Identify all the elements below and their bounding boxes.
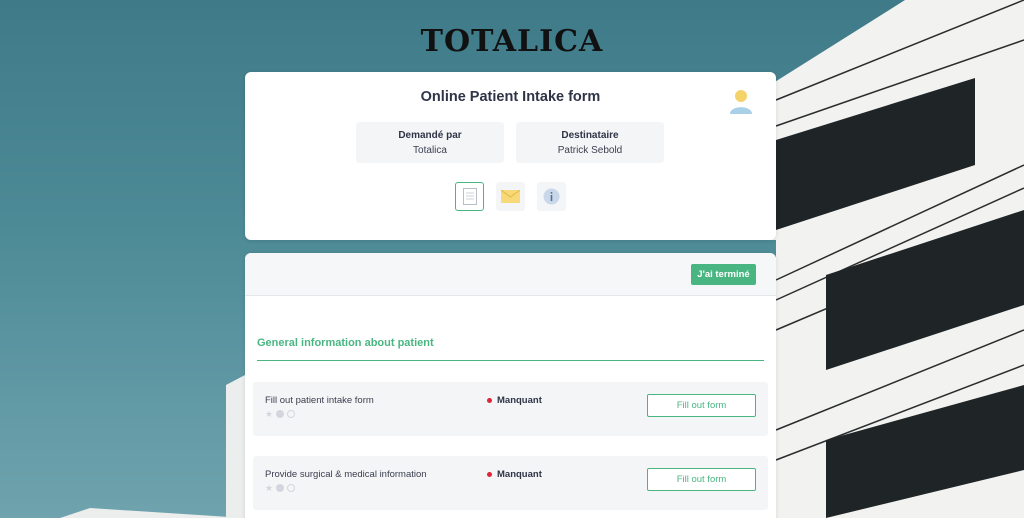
requested-by-label: Demandé par [398,130,462,141]
status-dot-icon [487,472,492,477]
tab-documents[interactable] [455,182,484,211]
fill-out-form-button[interactable]: Fill out form [647,394,756,417]
dot-icon [276,410,285,418]
page-title: Online Patient Intake form [420,89,601,105]
task-meta-icons: ★ [265,483,296,493]
task-row: Fill out patient intake form ★ Manquant … [253,382,768,436]
request-header-card: Online Patient Intake form Demandé par T… [245,72,776,240]
task-label: Fill out patient intake form [265,395,374,406]
recipient-box: Destinataire Patrick Sebold [516,122,664,163]
done-button[interactable]: J'ai terminé [691,264,756,285]
dot-icon [276,484,285,492]
brand-logo: TOTALICA [420,24,604,59]
task-row: Provide surgical & medical information ★… [253,456,768,510]
recipient-label: Destinataire [561,130,619,141]
info-icon [543,188,560,205]
status-badge: Manquant [487,469,542,480]
status-badge: Manquant [487,395,542,406]
recipient-value: Patrick Sebold [557,145,623,156]
status-text: Manquant [497,395,542,406]
star-icon: ★ [265,483,274,493]
tasks-card: J'ai terminé General information about p… [245,253,776,518]
section-title: General information about patient [257,337,434,349]
clock-icon [287,410,296,418]
fill-out-form-button[interactable]: Fill out form [647,468,756,491]
tab-info[interactable] [537,182,566,211]
tab-messages[interactable] [496,182,525,211]
star-icon: ★ [265,409,274,419]
task-meta-icons: ★ [265,409,296,419]
status-dot-icon [487,398,492,403]
card-toolbar: J'ai terminé [245,253,776,296]
requested-by-value: Totalica [413,145,447,156]
status-text: Manquant [497,469,542,480]
clock-icon [287,484,296,492]
task-label: Provide surgical & medical information [265,469,427,480]
document-icon [462,188,477,205]
user-avatar-icon[interactable] [728,88,754,114]
requested-by-box: Demandé par Totalica [356,122,504,163]
envelope-icon [501,190,520,203]
section-divider [257,360,764,361]
